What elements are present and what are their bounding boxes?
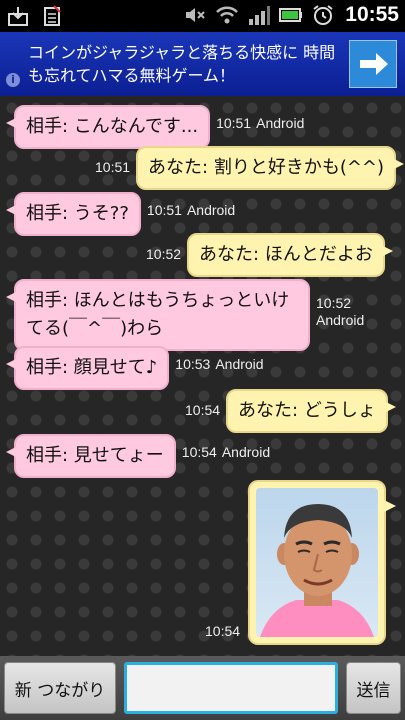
- message-time: 10:51: [146, 202, 182, 218]
- message-text: あなた: 割りと好きかも(^^): [148, 157, 385, 178]
- message-meta: 10:52 Android: [316, 295, 364, 329]
- my-message-bubble[interactable]: あなた: どうしょ: [226, 389, 396, 433]
- message-time: 10:54: [181, 444, 217, 460]
- mute-icon: [183, 3, 207, 27]
- message-time: 10:54: [185, 402, 221, 418]
- message-device: Android: [221, 444, 271, 460]
- their-message-bubble[interactable]: 相手: 顔見せて♪: [5, 346, 170, 390]
- new-connection-button[interactable]: 新 つながり: [4, 662, 116, 714]
- message-time: 10:51: [95, 159, 131, 175]
- status-time: 10:55: [345, 3, 399, 26]
- message-device: Android: [316, 312, 365, 328]
- their-message-bubble[interactable]: 相手: 見せてょー: [6, 434, 176, 478]
- status-bar: 10:55: [0, 0, 405, 32]
- message-row: 10:54 あなた: どうしょ: [185, 389, 396, 433]
- alarm-icon: [311, 3, 335, 27]
- their-message-bubble[interactable]: 相手: ほんとはもうちょっといけ てる(￣^￣)わら: [6, 279, 310, 351]
- message-text: 相手: 顔見せて♪: [26, 357, 158, 378]
- message-text: あなた: ほんとだよお: [199, 244, 373, 265]
- sim-card-icon: [40, 4, 64, 28]
- message-text: あなた: どうしょ: [238, 400, 376, 421]
- bottom-bar: 新 つながり 送信: [0, 656, 405, 720]
- ad-arrow-button[interactable]: [349, 40, 397, 88]
- message-text-line: 相手: ほんとはもうちょっといけ: [26, 290, 290, 311]
- message-meta: 10:54 Android: [182, 444, 270, 461]
- message-row: 相手: ほんとはもうちょっといけ てる(￣^￣)わら 10:52 Android: [6, 279, 364, 351]
- message-text-line: てる(￣^￣)わら: [26, 318, 164, 339]
- message-text: 相手: 見せてょー: [26, 445, 164, 466]
- message-row: 10:51 あなた: 割りと好きかも(^^): [95, 146, 405, 190]
- message-device: Android: [215, 356, 264, 372]
- download-icon: [6, 4, 30, 28]
- message-meta: 10:53 Android: [175, 356, 263, 373]
- battery-icon: [279, 3, 303, 27]
- message-device: Android: [186, 202, 236, 218]
- my-message-bubble[interactable]: あなた: 割りと好きかも(^^): [136, 146, 405, 190]
- ad-info-icon[interactable]: i: [6, 73, 20, 87]
- message-row: 相手: うそ?? 10:51 Android: [6, 192, 235, 236]
- ad-text[interactable]: コインがジャラジャラと落ちる快感に 時間も忘れてハマる無料ゲーム！: [28, 41, 346, 87]
- signal-icon: [247, 3, 271, 27]
- their-message-bubble[interactable]: 相手: こんなんです...: [5, 105, 211, 149]
- their-message-bubble[interactable]: 相手: うそ??: [6, 192, 141, 236]
- message-device: Android: [256, 115, 305, 131]
- message-text: 相手: うそ??: [26, 203, 129, 224]
- message-meta: 10:51 Android: [216, 115, 304, 132]
- shared-photo[interactable]: [250, 482, 384, 643]
- message-row: 相手: こんなんです... 10:51 Android: [5, 105, 304, 149]
- message-row: 10:52 あなた: ほんとだよお: [146, 233, 393, 277]
- ad-banner[interactable]: コインがジャラジャラと落ちる快感に 時間も忘れてハマる無料ゲーム！ i: [0, 32, 405, 96]
- my-message-bubble[interactable]: あなた: ほんとだよお: [187, 233, 393, 277]
- wifi-icon: [215, 3, 239, 27]
- message-input[interactable]: [124, 662, 338, 714]
- send-button[interactable]: 送信: [346, 662, 401, 714]
- message-time: 10:54: [205, 623, 241, 639]
- message-text: 相手: こんなんです...: [26, 116, 199, 137]
- message-time: 10:53: [175, 356, 211, 372]
- message-row: 相手: 見せてょー 10:54 Android: [6, 434, 270, 478]
- chat-area[interactable]: 相手: こんなんです... 10:51 Android 10:51 あなた: 割…: [0, 96, 405, 656]
- my-photo-bubble[interactable]: [248, 480, 396, 645]
- message-time: 10:51: [216, 115, 252, 131]
- message-meta: 10:51 Android: [147, 202, 235, 219]
- message-time: 10:52: [146, 246, 182, 262]
- message-time: 10:52: [316, 295, 352, 311]
- arrow-right-icon: [360, 53, 388, 75]
- message-row: 相手: 顔見せて♪ 10:53 Android: [5, 346, 264, 390]
